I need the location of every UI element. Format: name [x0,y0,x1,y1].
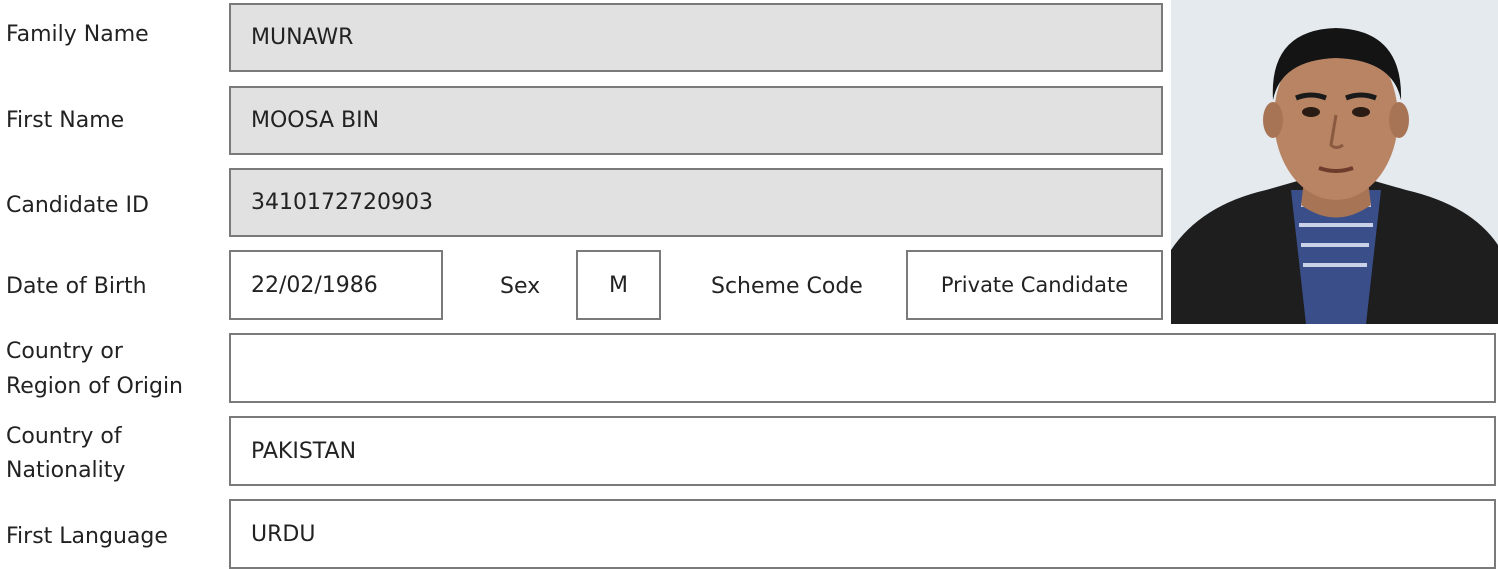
candidate-photo [1171,0,1498,324]
country-nationality-label-line1: Country of [6,424,122,449]
candidate-id-field[interactable]: 3410172720903 [229,168,1163,237]
first-name-field[interactable]: MOOSA BIN [229,86,1163,155]
country-origin-label-line2: Region of Origin [6,374,183,399]
date-of-birth-field[interactable]: 22/02/1986 [229,250,443,320]
candidate-id-label: Candidate ID [6,193,149,218]
candidate-photo-icon [1171,0,1498,324]
country-nationality-field[interactable]: PAKISTAN [229,416,1496,486]
scheme-code-field[interactable]: Private Candidate [906,250,1163,320]
first-language-field[interactable]: URDU [229,499,1496,569]
sex-field[interactable]: M [576,250,661,320]
family-name-field[interactable]: MUNAWR [229,3,1163,72]
date-of-birth-label: Date of Birth [6,274,147,299]
first-language-label: First Language [6,524,168,549]
country-origin-label-line1: Country or [6,339,123,364]
scheme-code-label: Scheme Code [711,274,863,299]
family-name-label: Family Name [6,22,149,47]
sex-label: Sex [500,274,541,299]
country-nationality-label-line2: Nationality [6,458,126,483]
country-origin-field[interactable] [229,333,1496,403]
first-name-label: First Name [6,108,125,133]
